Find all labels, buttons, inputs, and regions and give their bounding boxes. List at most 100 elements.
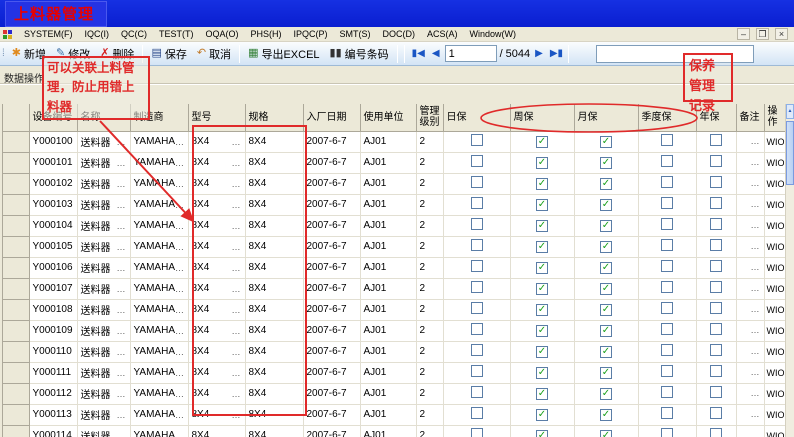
quarterly-checkbox[interactable]	[661, 239, 673, 251]
quarterly-checkbox[interactable]	[661, 176, 673, 188]
name-lookup-button[interactable]: …	[117, 179, 127, 189]
name-lookup-button[interactable]: …	[117, 242, 127, 252]
remark-button[interactable]: …	[751, 409, 761, 419]
quarterly-checkbox[interactable]	[661, 428, 673, 437]
cell-op[interactable]: WIOS	[764, 404, 785, 425]
vertical-scrollbar[interactable]: ▲	[785, 104, 794, 437]
monthly-checkbox[interactable]: ✓	[600, 262, 612, 274]
name-lookup-button[interactable]: …	[117, 200, 127, 210]
name-lookup-button[interactable]: …	[117, 305, 127, 315]
header-monthly[interactable]: 月保	[574, 104, 638, 131]
row-selector[interactable]	[3, 215, 29, 236]
menu-system[interactable]: SYSTEM(F)	[18, 29, 79, 39]
maker-lookup-button[interactable]: …	[175, 137, 185, 147]
weekly-checkbox[interactable]: ✓	[536, 346, 548, 358]
daily-checkbox[interactable]	[471, 176, 483, 188]
model-lookup-button[interactable]: …	[232, 431, 242, 437]
header-remark[interactable]: 备注	[736, 104, 764, 131]
remark-button[interactable]: …	[751, 199, 761, 209]
weekly-checkbox[interactable]: ✓	[536, 178, 548, 190]
row-selector[interactable]	[3, 236, 29, 257]
quarterly-checkbox[interactable]	[661, 281, 673, 293]
daily-checkbox[interactable]	[471, 365, 483, 377]
monthly-checkbox[interactable]: ✓	[600, 199, 612, 211]
menu-phs[interactable]: PHS(H)	[245, 29, 288, 39]
cell-op[interactable]: WIOS	[764, 257, 785, 278]
monthly-checkbox[interactable]: ✓	[600, 430, 612, 437]
quarterly-checkbox[interactable]	[661, 386, 673, 398]
monthly-checkbox[interactable]: ✓	[600, 388, 612, 400]
yearly-checkbox[interactable]	[710, 155, 722, 167]
next-page-icon[interactable]: ▶	[533, 48, 545, 59]
prev-page-icon[interactable]: ◀	[430, 48, 442, 59]
daily-checkbox[interactable]	[471, 428, 483, 437]
first-page-icon[interactable]: ▮◀	[410, 48, 427, 59]
yearly-checkbox[interactable]	[710, 365, 722, 377]
table-row[interactable]: Y000106 送料器… YAMAHA… 8X4… 8X4 2007-6-7 A…	[3, 257, 785, 278]
daily-checkbox[interactable]	[471, 239, 483, 251]
monthly-checkbox[interactable]: ✓	[600, 304, 612, 316]
weekly-checkbox[interactable]: ✓	[536, 367, 548, 379]
quarterly-checkbox[interactable]	[661, 323, 673, 335]
yearly-checkbox[interactable]	[710, 134, 722, 146]
row-selector[interactable]	[3, 383, 29, 404]
yearly-checkbox[interactable]	[710, 302, 722, 314]
remark-button[interactable]: …	[751, 304, 761, 314]
yearly-checkbox[interactable]	[710, 344, 722, 356]
maker-lookup-button[interactable]: …	[175, 179, 185, 189]
cell-op[interactable]: WIOS	[764, 362, 785, 383]
monthly-checkbox[interactable]: ✓	[600, 283, 612, 295]
yearly-checkbox[interactable]	[710, 260, 722, 272]
daily-checkbox[interactable]	[471, 407, 483, 419]
header-weekly[interactable]: 周保	[510, 104, 574, 131]
row-selector[interactable]	[3, 257, 29, 278]
remark-button[interactable]: …	[751, 241, 761, 251]
name-lookup-button[interactable]: …	[117, 368, 127, 378]
weekly-checkbox[interactable]: ✓	[536, 157, 548, 169]
cell-op[interactable]: WIOS	[764, 278, 785, 299]
menu-acs[interactable]: ACS(A)	[421, 29, 464, 39]
name-lookup-button[interactable]: …	[117, 431, 127, 437]
cell-op[interactable]: WIOS	[764, 383, 785, 404]
row-selector[interactable]	[3, 173, 29, 194]
remark-button[interactable]: …	[751, 220, 761, 230]
remark-button[interactable]: …	[751, 325, 761, 335]
menu-ipqc[interactable]: IPQC(P)	[288, 29, 334, 39]
daily-checkbox[interactable]	[471, 302, 483, 314]
weekly-checkbox[interactable]: ✓	[536, 430, 548, 437]
cell-op[interactable]: WIOS	[764, 152, 785, 173]
quarterly-checkbox[interactable]	[661, 302, 673, 314]
weekly-checkbox[interactable]: ✓	[536, 262, 548, 274]
maker-lookup-button[interactable]: …	[175, 410, 185, 420]
table-row[interactable]: Y000112 送料器… YAMAHA… 8X4… 8X4 2007-6-7 A…	[3, 383, 785, 404]
row-selector[interactable]	[3, 299, 29, 320]
table-row[interactable]: Y000113 送料器… YAMAHA… 8X4… 8X4 2007-6-7 A…	[3, 404, 785, 425]
cell-op[interactable]: WIOS	[764, 236, 785, 257]
barcode-button[interactable]: ▮▮编号条码	[325, 44, 394, 64]
row-selector[interactable]	[3, 194, 29, 215]
name-lookup-button[interactable]: …	[117, 158, 127, 168]
cell-op[interactable]: WIOS	[764, 194, 785, 215]
menu-oqa[interactable]: OQA(O)	[200, 29, 245, 39]
yearly-checkbox[interactable]	[710, 386, 722, 398]
remark-button[interactable]: …	[751, 283, 761, 293]
menu-smt[interactable]: SMT(S)	[334, 29, 377, 39]
cancel-button[interactable]: ↶取消	[192, 44, 236, 64]
remark-button[interactable]: …	[751, 388, 761, 398]
remark-button[interactable]: …	[751, 346, 761, 356]
scroll-up-icon[interactable]: ▲	[786, 104, 794, 119]
header-daily[interactable]: 日保	[443, 104, 510, 131]
maker-lookup-button[interactable]: …	[175, 158, 185, 168]
quarterly-checkbox[interactable]	[661, 365, 673, 377]
monthly-checkbox[interactable]: ✓	[600, 241, 612, 253]
remark-button[interactable]: …	[751, 136, 761, 146]
monthly-checkbox[interactable]: ✓	[600, 409, 612, 421]
remark-button[interactable]: …	[751, 430, 761, 437]
table-row[interactable]: Y000114 送料器… YAMAHA… 8X4… 8X4 2007-6-7 A…	[3, 425, 785, 437]
weekly-checkbox[interactable]: ✓	[536, 220, 548, 232]
yearly-checkbox[interactable]	[710, 281, 722, 293]
table-row[interactable]: Y000102 送料器… YAMAHA… 8X4… 8X4 2007-6-7 A…	[3, 173, 785, 194]
table-row[interactable]: Y000110 送料器… YAMAHA… 8X4… 8X4 2007-6-7 A…	[3, 341, 785, 362]
table-row[interactable]: Y000103 送料器… YAMAHA… 8X4… 8X4 2007-6-7 A…	[3, 194, 785, 215]
table-row[interactable]: Y000105 送料器… YAMAHA… 8X4… 8X4 2007-6-7 A…	[3, 236, 785, 257]
